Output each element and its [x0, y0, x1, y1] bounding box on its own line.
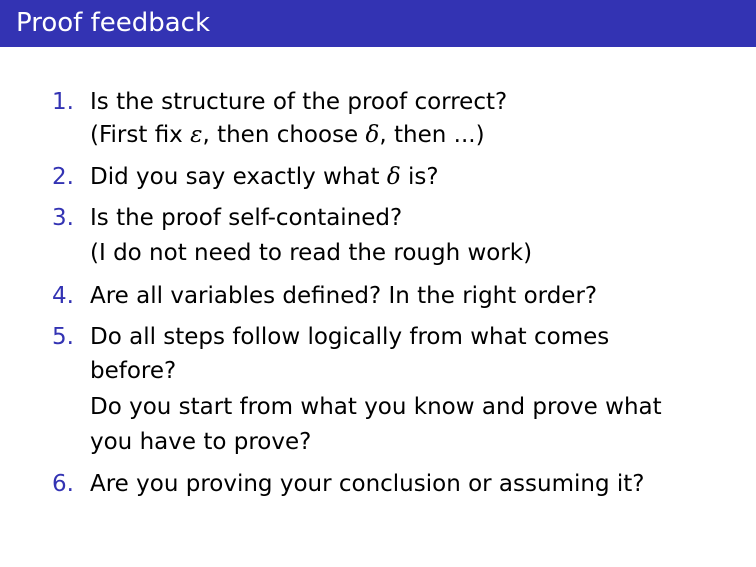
item-line: before? — [90, 358, 177, 384]
item-number: 6. — [52, 471, 74, 497]
feedback-list: 1. Is the structure of the proof correct… — [0, 0, 756, 567]
item-number: 4. — [52, 283, 74, 309]
item-line: Is the structure of the proof correct? — [90, 89, 508, 115]
item-line: (First fix ε, then choose δ, then ...) — [90, 118, 485, 152]
math-symbol: δ — [365, 122, 380, 148]
item-number: 2. — [52, 164, 74, 190]
item-number: 5. — [52, 324, 74, 350]
item-line: Do you start from what you know and prov… — [90, 394, 662, 420]
item-line: (I do not need to read the rough work) — [90, 240, 533, 266]
item-line: Did you say exactly what δ is? — [90, 160, 439, 194]
item-line: Is the proof self-contained? — [90, 205, 403, 231]
item-number: 1. — [52, 89, 74, 115]
math-symbol: δ — [386, 164, 401, 190]
item-line: Are you proving your conclusion or assum… — [90, 471, 645, 497]
text-run: , then choose — [202, 122, 366, 148]
item-line: Are all variables defined? In the right … — [90, 283, 598, 309]
item-line: you have to prove? — [90, 429, 312, 455]
text-run: Did you say exactly what — [90, 164, 387, 190]
item-number: 3. — [52, 205, 74, 231]
math-symbol: ε — [190, 122, 203, 148]
text-run: (First fix — [90, 122, 191, 148]
text-run: , then ...) — [379, 122, 485, 148]
text-run: is? — [400, 164, 439, 190]
item-line: Do all steps follow logically from what … — [90, 324, 610, 350]
